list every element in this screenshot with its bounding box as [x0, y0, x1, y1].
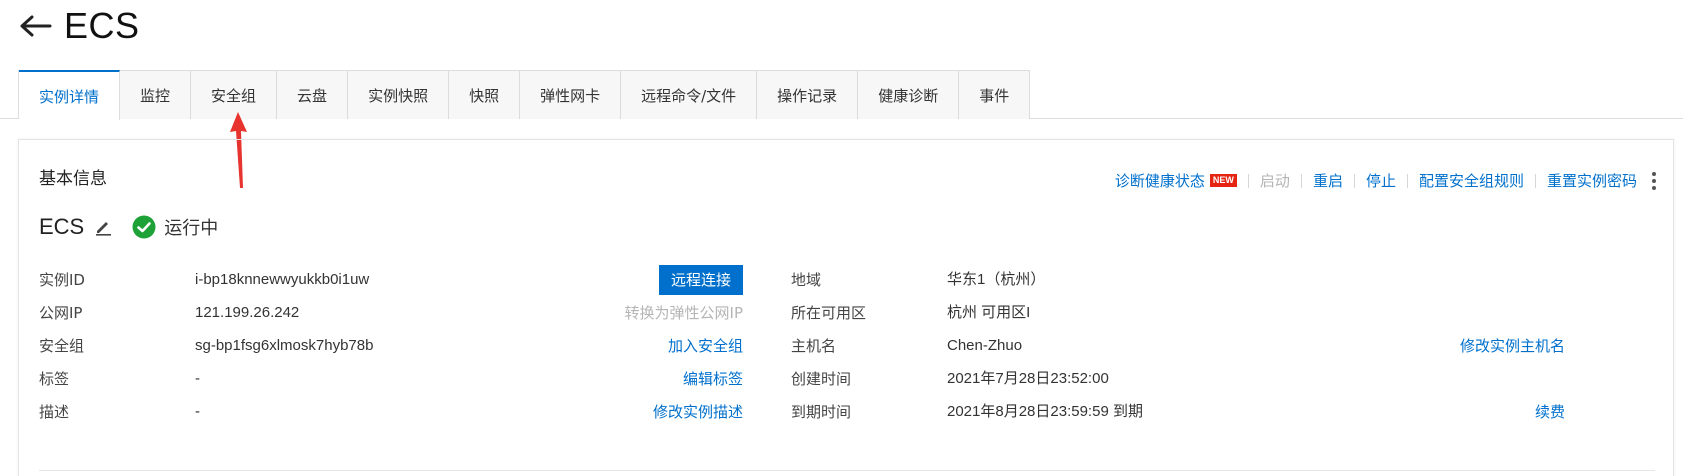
- convert-eip-link: 转换为弹性公网IP: [624, 304, 743, 322]
- info-row: 安全组 sg-bp1fsg6xlmosk7hyb78b 加入安全组 主机名 Ch…: [39, 334, 1649, 358]
- zone-label: 所在可用区: [791, 304, 867, 322]
- edit-tags-link[interactable]: 编辑标签: [683, 367, 743, 391]
- page-header: ECS: [18, 5, 140, 46]
- new-badge: NEW: [1209, 174, 1237, 187]
- instance-id-label: 实例ID: [39, 271, 85, 289]
- modify-description-link[interactable]: 修改实例描述: [653, 400, 743, 424]
- status-text: 运行中: [164, 218, 219, 239]
- created-time-label: 创建时间: [791, 370, 852, 388]
- divider: [1406, 173, 1408, 188]
- security-group-value: sg-bp1fsg6xlmosk7hyb78b: [195, 337, 374, 354]
- info-row: 描述 - 修改实例描述 到期时间 2021年8月28日23:59:59 到期 续…: [39, 400, 1649, 424]
- description-value: -: [195, 403, 200, 420]
- diagnose-health-label: 诊断健康状态: [1114, 172, 1205, 190]
- tags-label: 标签: [39, 370, 70, 388]
- instance-name: ECS: [39, 214, 85, 239]
- pencil-edit-icon[interactable]: [94, 217, 114, 237]
- divider: [1353, 173, 1355, 188]
- tab-cloud-disk[interactable]: 云盘: [277, 70, 349, 119]
- info-row: 公网IP 121.199.26.242 转换为弹性公网IP 所在可用区 杭州 可…: [39, 301, 1649, 325]
- expiry-time-label: 到期时间: [791, 403, 852, 421]
- start-link: 启动: [1259, 172, 1290, 190]
- created-time-value: 2021年7月28日23:52:00: [947, 370, 1109, 387]
- hostname-label: 主机名: [791, 337, 837, 355]
- arrow-left-icon[interactable]: [18, 8, 54, 44]
- tab-snapshot[interactable]: 快照: [449, 70, 521, 119]
- action-bar: 诊断健康状态 NEW 启动 重启 停止 配置安全组规则 重置实例密码: [1115, 170, 1659, 191]
- join-security-group-link[interactable]: 加入安全组: [668, 334, 743, 358]
- public-ip-label: 公网IP: [39, 304, 83, 322]
- tab-monitoring[interactable]: 监控: [120, 70, 192, 119]
- diagnose-health-link[interactable]: 诊断健康状态 NEW: [1115, 170, 1237, 191]
- section-title: 基本信息: [39, 169, 107, 189]
- tab-bar: 实例详情 监控 安全组 云盘 实例快照 快照 弹性网卡 远程命令/文件 操作记录…: [18, 70, 1031, 120]
- stop-link[interactable]: 停止: [1366, 170, 1396, 191]
- renew-link[interactable]: 续费: [1535, 400, 1565, 424]
- reset-password-link[interactable]: 重置实例密码: [1547, 170, 1637, 191]
- description-label: 描述: [39, 403, 70, 421]
- tab-events[interactable]: 事件: [959, 70, 1031, 119]
- region-label: 地域: [791, 271, 822, 289]
- zone-value: 杭州 可用区I: [947, 304, 1031, 321]
- info-row: 标签 - 编辑标签 创建时间 2021年7月28日23:52:00: [39, 367, 1649, 391]
- more-vertical-icon[interactable]: [1649, 171, 1659, 190]
- divider: [1534, 173, 1536, 188]
- info-row: 实例ID i-bp18knnewwyukkb0i1uw 远程连接 地域 华东1（…: [39, 265, 1649, 295]
- check-circle-icon: [132, 215, 156, 239]
- tags-value: -: [195, 370, 200, 387]
- tab-instance-snapshot[interactable]: 实例快照: [348, 70, 450, 119]
- tab-operation-log[interactable]: 操作记录: [757, 70, 859, 119]
- tab-health-diagnosis[interactable]: 健康诊断: [858, 70, 960, 119]
- tab-eni[interactable]: 弹性网卡: [520, 70, 622, 119]
- remote-connect-button[interactable]: 远程连接: [658, 265, 743, 295]
- config-sg-rules-link[interactable]: 配置安全组规则: [1419, 170, 1524, 191]
- security-group-label: 安全组: [39, 337, 85, 355]
- region-value: 华东1（杭州）: [947, 271, 1046, 288]
- instance-id-value: i-bp18knnewwyukkb0i1uw: [195, 271, 370, 288]
- restart-link[interactable]: 重启: [1313, 170, 1343, 191]
- basic-info-card: 基本信息 诊断健康状态 NEW 启动 重启 停止 配置安全组规则 重置实例密码 …: [18, 139, 1674, 476]
- tab-instance-details[interactable]: 实例详情: [19, 70, 121, 120]
- divider: [1300, 173, 1302, 188]
- expiry-time-value: 2021年8月28日23:59:59 到期: [947, 403, 1143, 420]
- page-title: ECS: [64, 5, 140, 46]
- tab-remote-command[interactable]: 远程命令/文件: [621, 70, 758, 119]
- public-ip-value: 121.199.26.242: [195, 304, 300, 321]
- instance-name-row: ECS 运行中: [39, 214, 218, 240]
- modify-hostname-link[interactable]: 修改实例主机名: [1460, 334, 1565, 358]
- divider: [39, 470, 1655, 471]
- hostname-value: Chen-Zhuo: [947, 337, 1023, 354]
- divider: [1247, 173, 1249, 188]
